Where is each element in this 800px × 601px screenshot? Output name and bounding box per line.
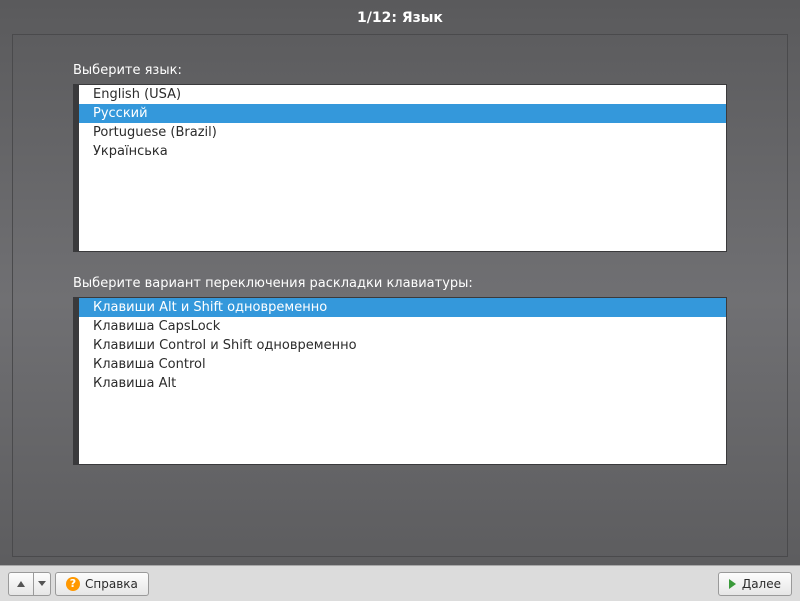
chevron-down-icon xyxy=(38,581,46,586)
language-listbox[interactable]: English (USA)РусскийPortuguese (Brazil)У… xyxy=(73,84,727,252)
layout-item[interactable]: Клавиша Control xyxy=(79,355,726,374)
content-frame: Выберите язык: English (USA)РусскийPortu… xyxy=(12,34,788,557)
layout-item[interactable]: Клавиша CapsLock xyxy=(79,317,726,336)
layout-listbox[interactable]: Клавиши Alt и Shift одновременноКлавиша … xyxy=(73,297,727,465)
help-button-label: Справка xyxy=(85,577,138,591)
layout-label: Выберите вариант переключения раскладки … xyxy=(73,276,727,291)
language-item[interactable]: Portuguese (Brazil) xyxy=(79,123,726,142)
language-label: Выберите язык: xyxy=(73,63,727,78)
layout-item[interactable]: Клавиши Alt и Shift одновременно xyxy=(79,298,726,317)
page-title: 1/12: Язык xyxy=(0,0,800,34)
arrow-up-icon xyxy=(17,581,25,587)
back-dropdown[interactable] xyxy=(34,572,51,596)
back-split-button[interactable] xyxy=(8,572,51,596)
layout-item[interactable]: Клавиша Alt xyxy=(79,374,726,393)
footer-bar: ? Справка Далее xyxy=(0,565,800,601)
next-button-label: Далее xyxy=(742,577,781,591)
help-icon: ? xyxy=(66,577,80,591)
language-item[interactable]: Українська xyxy=(79,142,726,161)
help-button[interactable]: ? Справка xyxy=(55,572,149,596)
layout-item[interactable]: Клавиши Control и Shift одновременно xyxy=(79,336,726,355)
arrow-right-icon xyxy=(729,579,736,589)
language-item[interactable]: English (USA) xyxy=(79,85,726,104)
language-item[interactable]: Русский xyxy=(79,104,726,123)
back-button[interactable] xyxy=(8,572,34,596)
next-button[interactable]: Далее xyxy=(718,572,792,596)
